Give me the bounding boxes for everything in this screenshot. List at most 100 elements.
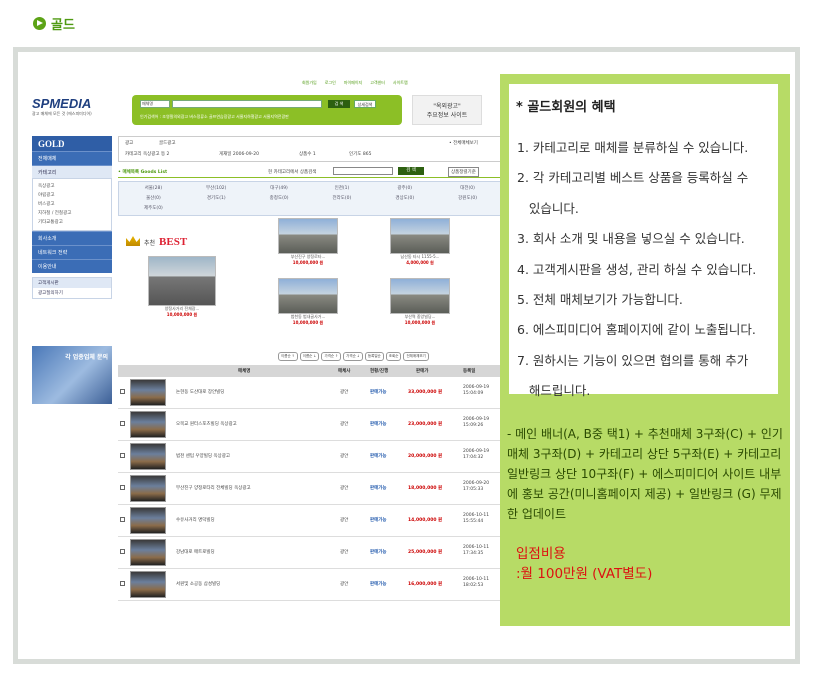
- category-item[interactable]: 옥상광고: [38, 182, 106, 191]
- customer-board-title[interactable]: 고객게시판: [33, 278, 111, 288]
- region-link[interactable]: 인천(1): [310, 185, 373, 192]
- best-item[interactable]: 남산동 타시 1155-5... 4,000,000 원: [390, 218, 450, 266]
- category-item[interactable]: 기타교통광고: [38, 218, 106, 227]
- col-price: 판매가: [416, 369, 429, 374]
- search-button[interactable]: 검 색: [328, 100, 350, 108]
- nav-network[interactable]: 네트워크 전략: [32, 245, 112, 259]
- region-link[interactable]: 충청도(0): [248, 195, 311, 202]
- category-item[interactable]: 버스광고: [38, 200, 106, 209]
- nav-all-media[interactable]: 전체매체: [32, 151, 112, 165]
- best-item[interactable]: 부산진구 양정로타... 10,000,000 원: [278, 218, 338, 266]
- top-ad-banner[interactable]: "옥외광고" 주요정보 사이트: [412, 95, 482, 125]
- row-checkbox[interactable]: [120, 453, 125, 458]
- sort-button[interactable]: 이름순 ↓: [299, 352, 320, 361]
- sort-button[interactable]: 등록일순: [364, 352, 384, 361]
- all-media-button[interactable]: • 전체매체보기: [449, 140, 478, 146]
- row-status: 판매가능: [370, 454, 387, 459]
- region-link[interactable]: 대구(49): [248, 185, 311, 192]
- pricing-value: :월 100만원 (VAT별도): [516, 566, 653, 582]
- popular-keywords[interactable]: 인기검색어 : 조영필의외광고 버스정류소 골프연습장광고 서울지하철광고 서울…: [140, 114, 289, 120]
- row-status: 판매가능: [370, 518, 387, 523]
- search-input[interactable]: [172, 100, 322, 108]
- row-checkbox[interactable]: [120, 485, 125, 490]
- region-link[interactable]: 전라도(0): [310, 195, 373, 202]
- nav-company[interactable]: 회사소개: [32, 231, 112, 245]
- table-row[interactable]: 범천 센텀 우양빌딩 옥상광고 광안 판매가능 20,000,000 원 200…: [118, 441, 503, 473]
- row-checkbox[interactable]: [120, 581, 125, 586]
- best-item[interactable]: 양정사거리 전체광... 10,000,000 원: [148, 256, 216, 318]
- site-logo[interactable]: SPMEDIA: [32, 96, 91, 111]
- row-name[interactable]: 오목교 원터스포츠빌딩 옥상광고: [176, 421, 237, 427]
- region-link[interactable]: 부산(102): [185, 185, 248, 192]
- best-item[interactable]: 범천동 범내골사거... 10,000,000 원: [278, 278, 338, 326]
- region-link[interactable]: 강원도(0): [436, 195, 499, 202]
- table-row[interactable]: 강남대로 매트로빌딩 광안 판매가능 25,000,000 원 2006-10-…: [118, 537, 503, 569]
- row-status: 판매가능: [370, 422, 387, 427]
- row-thumbnail[interactable]: [130, 411, 166, 438]
- product-image: [390, 218, 450, 254]
- row-thumbnail[interactable]: [130, 475, 166, 502]
- row-thumbnail[interactable]: [130, 379, 166, 406]
- table-row[interactable]: 논현동 도산대로 장안빌딩 광안 판매가능 33,000,000 원 2006-…: [118, 377, 503, 409]
- sort-button[interactable]: 가격순 ↑: [321, 352, 342, 361]
- search-select[interactable]: 매체명: [140, 100, 170, 108]
- benefit-item: 3. 회사 소개 및 내용을 넣으실 수 있습니다.: [517, 231, 745, 247]
- row-thumbnail[interactable]: [130, 571, 166, 598]
- region-link[interactable]: 대전(0): [436, 185, 499, 192]
- goods-search-label: 현 카테고리에서 상품검색: [268, 170, 317, 175]
- customer-board-item[interactable]: 광고질의하기: [33, 288, 111, 298]
- row-name[interactable]: 범천 센텀 우양빌딩 옥상광고: [176, 453, 230, 459]
- nav-category[interactable]: 카테고리: [32, 165, 112, 178]
- row-thumbnail[interactable]: [130, 443, 166, 470]
- table-row[interactable]: 오목교 원터스포츠빌딩 옥상광고 광안 판매가능 23,000,000 원 20…: [118, 409, 503, 441]
- row-name[interactable]: 수유사거리 명덕빌딩: [176, 517, 215, 523]
- info-products: 상품수 1: [299, 152, 316, 157]
- row-checkbox[interactable]: [120, 517, 125, 522]
- region-link[interactable]: 울산(0): [122, 195, 185, 202]
- category-item[interactable]: 지하철 / 전철광고: [38, 209, 106, 218]
- company-info: 광고 골드광고 카테고리 옥상광고 등 2 게재일 2006-09-20 상품수…: [118, 136, 503, 162]
- top-link[interactable]: 마이페이지: [344, 80, 362, 86]
- goods-search-button[interactable]: 검 색: [398, 167, 424, 175]
- table-row[interactable]: 서원및 소공동 삼성빌딩 광안 판매가능 16,000,000 원 2006-1…: [118, 569, 503, 601]
- table-header: 매체명 매체사 현황/진행 판매가 등록일: [118, 365, 503, 377]
- top-link[interactable]: 회원가입: [302, 80, 317, 86]
- goods-search-input[interactable]: [333, 167, 393, 175]
- row-checkbox[interactable]: [120, 549, 125, 554]
- sort-button[interactable]: 조회순: [385, 352, 402, 361]
- region-link[interactable]: 제주도(0): [122, 205, 185, 212]
- top-link[interactable]: 로그인: [325, 80, 336, 86]
- info-cat-count: 카테고리 옥상광고 등 2: [125, 152, 170, 157]
- region-link[interactable]: 서울(28): [122, 185, 185, 192]
- row-name[interactable]: 강남대로 매트로빌딩: [176, 549, 215, 555]
- row-name[interactable]: 논현동 도산대로 장안빌딩: [176, 389, 224, 395]
- top-link[interactable]: 고객센터: [370, 80, 385, 86]
- table-row[interactable]: 수유사거리 명덕빌딩 광안 판매가능 14,000,000 원 2006-10-…: [118, 505, 503, 537]
- row-checkbox[interactable]: [120, 421, 125, 426]
- nav-guide[interactable]: 이용안내: [32, 259, 112, 273]
- top-link[interactable]: 사이트맵: [393, 80, 408, 86]
- region-link[interactable]: 경상도(0): [373, 195, 436, 202]
- sort-button[interactable]: 가격순 ↓: [343, 352, 363, 361]
- best-item[interactable]: 부산역 중앙빌딩... 10,000,000 원: [390, 278, 450, 326]
- benefit-panel: * 골드회원의 혜택 1. 카테고리로 매체를 분류하실 수 있습니다. 2. …: [500, 74, 790, 626]
- region-link[interactable]: 광주(0): [373, 185, 436, 192]
- top-links: 회원가입 로그인 마이페이지 고객센터 사이트맵: [302, 80, 408, 86]
- category-item[interactable]: 야립광고: [38, 191, 106, 200]
- detail-search-button[interactable]: 상세검색: [354, 100, 376, 108]
- row-thumbnail[interactable]: [130, 539, 166, 566]
- table-row[interactable]: 부산진구 양정로타리 전체빌딩 옥상광고 광안 판매가능 18,000,000 …: [118, 473, 503, 505]
- region-link[interactable]: 경기도(1): [185, 195, 248, 202]
- row-name[interactable]: 서원및 소공동 삼성빌딩: [176, 581, 220, 587]
- benefit-list: 1. 카테고리로 매체를 분류하실 수 있습니다. 2. 각 카테고리별 베스트…: [517, 133, 779, 407]
- sort-button[interactable]: 이름순 ↑: [278, 352, 298, 361]
- sort-button[interactable]: 전체매체보기: [403, 352, 429, 361]
- left-banner[interactable]: 각 업종업체 문의: [32, 346, 112, 404]
- row-date: 2006-09-20 17:05:33: [463, 481, 490, 492]
- row-checkbox[interactable]: [120, 389, 125, 394]
- crown-icon: [126, 236, 140, 246]
- sort-select[interactable]: 상품정렬기준: [448, 167, 479, 177]
- customer-board: 고객게시판 광고질의하기: [32, 277, 112, 299]
- row-thumbnail[interactable]: [130, 507, 166, 534]
- row-name[interactable]: 부산진구 양정로타리 전체빌딩 옥상광고: [176, 485, 251, 491]
